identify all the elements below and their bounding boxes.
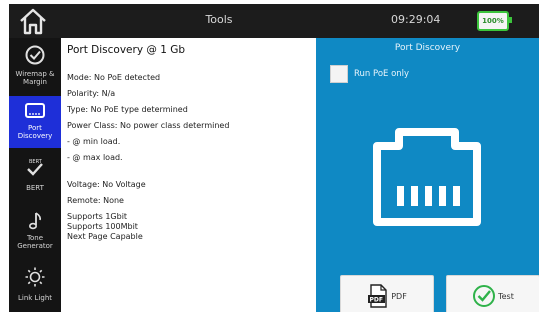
ethernet-port-icon [25, 103, 45, 118]
ethernet-jack-icon [373, 128, 481, 226]
sidebar-item-tone-generator[interactable]: Tone Generator [9, 208, 61, 260]
tools-sidebar: Wiremap & Margin Port Discovery BERT BER… [9, 38, 61, 312]
sidebar-item-bert[interactable]: BERT BERT [9, 154, 61, 200]
result-type: Type: No PoE type determined [67, 105, 188, 114]
result-voltage: Voltage: No Voltage [67, 180, 146, 189]
test-button-label: Test [498, 291, 514, 301]
run-poe-only-option: Run PoE only [330, 65, 409, 83]
result-power-class: Power Class: No power class determined [67, 121, 230, 130]
sidebar-item-label: BERT [26, 184, 44, 192]
action-panel: Port Discovery Run PoE only PDF PDF Test [316, 38, 539, 312]
result-min-load: - @ min load. [67, 137, 121, 146]
sidebar-item-wiremap[interactable]: Wiremap & Margin [9, 42, 61, 94]
result-max-load: - @ max load. [67, 153, 123, 162]
pdf-button[interactable]: PDF PDF [340, 275, 434, 312]
result-capability: Next Page Capable [67, 232, 143, 241]
music-note-icon [29, 212, 42, 230]
run-poe-only-label: Run PoE only [354, 69, 410, 79]
svg-text:PDF: PDF [370, 297, 383, 304]
home-icon [20, 8, 46, 35]
pdf-button-label: PDF [391, 291, 407, 301]
sidebar-item-label: Link Light [17, 294, 53, 302]
sidebar-item-link-light[interactable]: Link Light [9, 264, 61, 310]
result-mode: Mode: No PoE detected [67, 73, 161, 82]
battery-indicator: 100% [477, 11, 509, 31]
sidebar-item-port-discovery[interactable]: Port Discovery [9, 96, 61, 148]
result-polarity: Polarity: N/a [67, 89, 116, 98]
sidebar-item-label: Tone Generator [17, 234, 53, 250]
home-button[interactable] [11, 5, 55, 37]
device-screen: Tools 09:29:04 100% Wiremap & Margin Por… [9, 4, 539, 312]
app-title: Tools [205, 13, 233, 26]
clock: 09:29:04 [391, 13, 441, 26]
sidebar-item-label: Wiremap & Margin [15, 70, 55, 86]
page-title: Port Discovery @ 1 Gb [67, 44, 186, 56]
test-button[interactable]: Test [446, 275, 539, 312]
pdf-icon: PDF [368, 284, 387, 308]
top-bar: Tools 09:29:04 100% [9, 4, 539, 38]
run-poe-only-checkbox[interactable] [330, 65, 348, 83]
sun-icon [25, 267, 45, 287]
bert-icon: BERT [27, 159, 43, 176]
check-circle-icon [473, 285, 496, 307]
result-capability: Supports 1Gbit [67, 212, 128, 221]
battery-tip [509, 17, 512, 23]
results-panel: Port Discovery @ 1 Gb Mode: No PoE detec… [61, 38, 316, 312]
check-circle-icon [25, 45, 45, 65]
sidebar-item-label: Port Discovery [17, 124, 53, 140]
result-capability: Supports 100Mbit [67, 222, 138, 231]
result-remote: Remote: None [67, 196, 124, 205]
panel-title: Port Discovery [394, 43, 461, 53]
